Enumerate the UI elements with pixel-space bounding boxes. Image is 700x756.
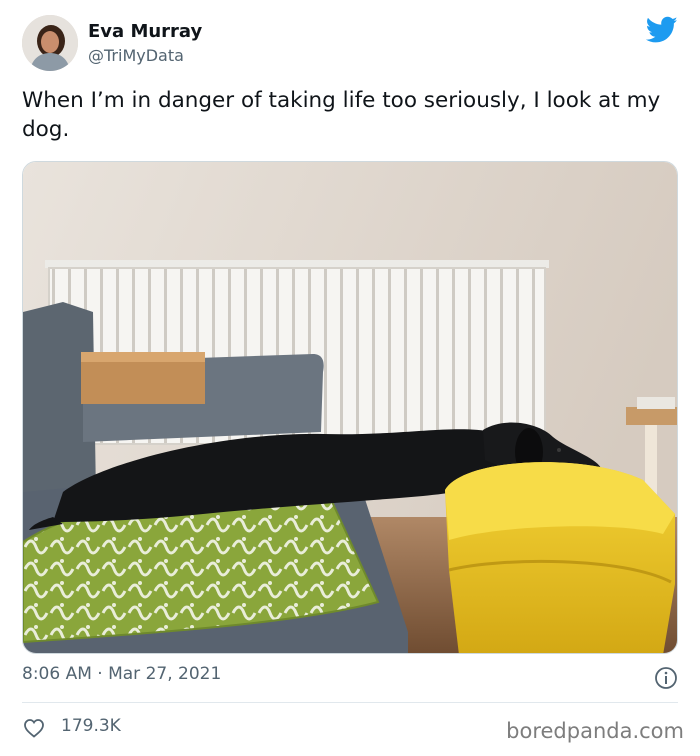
avatar[interactable]	[22, 15, 78, 71]
heart-icon[interactable]	[22, 716, 46, 740]
like-count[interactable]: 179.3K	[61, 716, 121, 736]
tweet-timestamp[interactable]: 8:06 AM · Mar 27, 2021	[22, 664, 221, 684]
dog-photo[interactable]	[22, 161, 678, 654]
tweet-text: When I’m in danger of taking life too se…	[22, 88, 661, 142]
avatar-image	[22, 15, 78, 71]
divider	[22, 702, 678, 703]
display-name[interactable]: Eva Murray	[88, 21, 202, 42]
dog-photo-image	[23, 162, 677, 653]
tweet-card: Eva Murray @TriMyData When I’m in danger…	[0, 0, 700, 756]
info-icon[interactable]	[654, 666, 678, 690]
user-handle[interactable]: @TriMyData	[88, 46, 184, 65]
twitter-bird-icon[interactable]	[646, 16, 678, 44]
watermark: boredpanda.com	[506, 719, 684, 743]
